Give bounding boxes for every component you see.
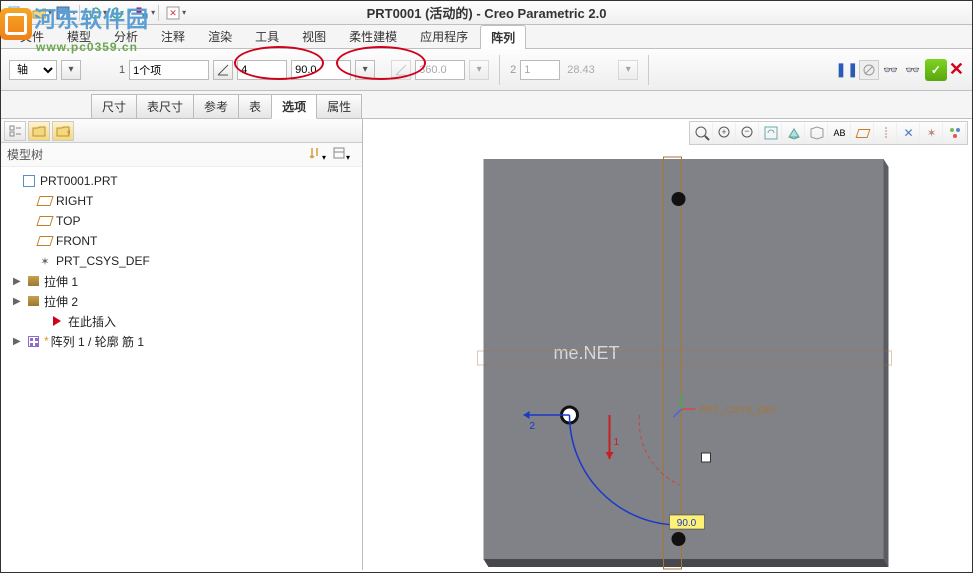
tab-tools[interactable]: 工具	[244, 24, 290, 48]
title-bar: ▾ ▾ ▾ ▾ ▾ ▾ ✕▾ PRT0001 (活动的) - Creo Para…	[1, 1, 972, 25]
open-icon[interactable]	[30, 4, 48, 22]
svg-text:90.0: 90.0	[677, 518, 697, 529]
tree-settings-icon[interactable]: ▾	[308, 146, 332, 163]
tree-csys[interactable]: ✶PRT_CSYS_DEF	[3, 251, 360, 271]
tree-folder-icon[interactable]	[28, 121, 50, 141]
extent-icon	[391, 60, 411, 80]
dir2-value	[564, 60, 614, 80]
viewport-wm: me.NET	[554, 343, 620, 363]
tree-plane-front[interactable]: FRONT	[3, 231, 360, 251]
ribbon-tabs: 文件 模型 分析 注释 渲染 工具 视图 柔性建模 应用程序 阵列	[1, 25, 972, 49]
datum-plane-icon	[37, 234, 53, 248]
angle-input[interactable]	[291, 60, 351, 80]
tab-render[interactable]: 渲染	[197, 24, 243, 48]
csys-icon: ✶	[37, 254, 53, 268]
tree-favorites-icon[interactable]: ★	[52, 121, 74, 141]
dir2-count-input	[520, 60, 560, 80]
work-area: ★ 模型树 ▾ ▾ PRT0001.PRT RIGHT TOP FRONT ✶P…	[1, 119, 972, 570]
dir2-prefix: 2	[510, 64, 516, 76]
svg-text:2: 2	[530, 421, 536, 432]
cancel-button[interactable]: ✕	[949, 59, 964, 80]
tree-title: 模型树	[7, 146, 308, 163]
graphics-viewport[interactable]: + − AB ✕ ✶ me.NET	[363, 119, 972, 570]
tab-analysis[interactable]: 分析	[103, 24, 149, 48]
subtab-table-dim[interactable]: 表尺寸	[136, 94, 194, 118]
undo-icon[interactable]	[85, 4, 103, 22]
insert-arrow-icon	[49, 314, 65, 328]
save-icon[interactable]	[54, 4, 72, 22]
extent-input	[415, 60, 465, 80]
tree-extrude-1[interactable]: ▶拉伸 1	[3, 271, 360, 291]
redo-icon[interactable]	[109, 4, 127, 22]
tree-insert-here[interactable]: 在此插入	[3, 311, 360, 331]
no-preview-icon[interactable]	[859, 60, 879, 80]
pause-icon[interactable]: ❚❚	[837, 60, 857, 80]
count-input[interactable]	[237, 60, 287, 80]
window-title: PRT0001 (活动的) - Creo Parametric 2.0	[367, 3, 607, 22]
tab-pattern[interactable]: 阵列	[480, 25, 526, 49]
glasses-check-icon[interactable]: 👓	[903, 60, 923, 80]
dir1-items-input[interactable]	[129, 60, 209, 80]
svg-text:1: 1	[614, 437, 620, 448]
tab-annotation[interactable]: 注释	[150, 24, 196, 48]
tree-header: 模型树 ▾ ▾	[1, 143, 362, 167]
ok-button[interactable]: ✓	[925, 59, 947, 81]
model-svg: me.NET PRT_CSYS_DEF 2	[363, 119, 972, 570]
svg-text:✕: ✕	[169, 8, 177, 18]
tree-body[interactable]: PRT0001.PRT RIGHT TOP FRONT ✶PRT_CSYS_DE…	[1, 167, 362, 570]
svg-text:PRT_CSYS_DEF: PRT_CSYS_DEF	[700, 405, 778, 416]
subtab-ref[interactable]: 参考	[193, 94, 239, 118]
tab-apps[interactable]: 应用程序	[409, 24, 479, 48]
pattern-icon	[25, 334, 41, 348]
part-icon	[21, 174, 37, 188]
subtab-options[interactable]: 选项	[271, 94, 317, 119]
angle-dropdown[interactable]: ▾	[355, 60, 375, 80]
tree-display-icon[interactable]	[4, 121, 26, 141]
dir1-prefix: 1	[119, 64, 125, 76]
new-icon[interactable]	[6, 4, 24, 22]
type-dropdown-icon[interactable]: ▾	[61, 60, 81, 80]
tree-plane-right[interactable]: RIGHT	[3, 191, 360, 211]
subtab-properties[interactable]: 属性	[316, 94, 362, 118]
regen-icon[interactable]	[133, 4, 151, 22]
tab-file[interactable]: 文件	[9, 24, 55, 48]
tab-model[interactable]: 模型	[56, 24, 102, 48]
svg-text:★: ★	[66, 128, 70, 137]
close-window-icon[interactable]: ✕	[164, 4, 182, 22]
tree-pattern-1[interactable]: ▶*阵列 1 / 轮廓 筋 1	[3, 331, 360, 351]
tree-show-icon[interactable]: ▾	[332, 146, 356, 163]
extent-dropdown: ▾	[469, 60, 489, 80]
angle-icon[interactable]	[213, 60, 233, 80]
dir2-dropdown: ▾	[618, 60, 638, 80]
pattern-ribbon: 轴 ▾ 1 ▾ ▾ 2 ▾ ❚❚ 👓 👓 ✓ ✕	[1, 49, 972, 91]
extrude-icon	[25, 294, 41, 308]
tab-view[interactable]: 视图	[291, 24, 337, 48]
tree-toolbar: ★	[1, 119, 362, 143]
pattern-type-select[interactable]: 轴	[9, 60, 57, 80]
subtab-dimension[interactable]: 尺寸	[91, 94, 137, 118]
tab-flex[interactable]: 柔性建模	[338, 24, 408, 48]
model-tree-panel: ★ 模型树 ▾ ▾ PRT0001.PRT RIGHT TOP FRONT ✶P…	[1, 119, 363, 570]
tree-extrude-2[interactable]: ▶拉伸 2	[3, 291, 360, 311]
tree-root[interactable]: PRT0001.PRT	[3, 171, 360, 191]
tree-plane-top[interactable]: TOP	[3, 211, 360, 231]
pattern-sub-tabs: 尺寸 表尺寸 参考 表 选项 属性	[1, 91, 972, 119]
extrude-icon	[25, 274, 41, 288]
glasses-icon[interactable]: 👓	[881, 60, 901, 80]
subtab-table[interactable]: 表	[238, 94, 272, 118]
datum-plane-icon	[37, 214, 53, 228]
datum-plane-icon	[37, 194, 53, 208]
